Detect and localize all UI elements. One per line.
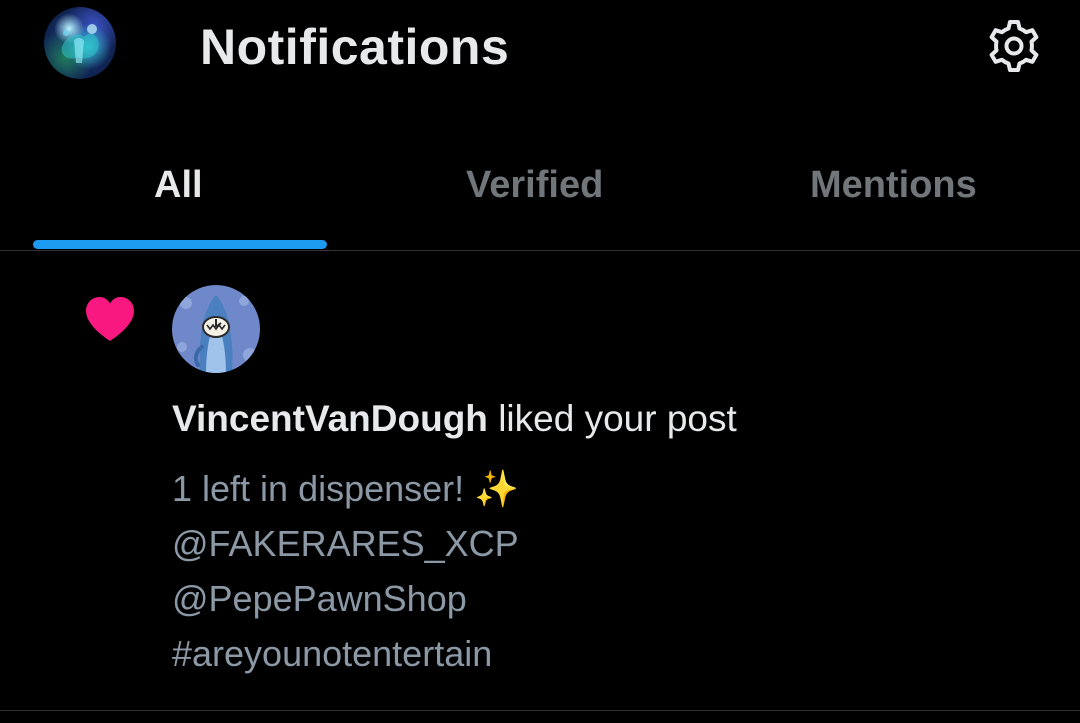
post-mention: @FAKERARES_XCP bbox=[172, 523, 519, 564]
notification-divider bbox=[0, 710, 1080, 711]
shark-avatar-icon bbox=[172, 285, 260, 373]
settings-button[interactable] bbox=[984, 16, 1044, 76]
notification-item[interactable]: VincentVanDough liked your post 1 left i… bbox=[0, 251, 1080, 710]
liker-username[interactable]: VincentVanDough bbox=[172, 398, 488, 439]
post-line: 1 left in dispenser! ✨ bbox=[172, 468, 519, 509]
tab-all-label: All bbox=[154, 164, 203, 206]
profile-avatar[interactable] bbox=[44, 7, 116, 79]
gear-icon bbox=[989, 20, 1039, 72]
notification-text: VincentVanDough liked your post bbox=[172, 395, 737, 443]
notification-action: liked your post bbox=[487, 398, 737, 439]
heart-icon bbox=[82, 291, 138, 347]
tab-verified-label: Verified bbox=[466, 164, 604, 206]
tab-verified[interactable]: Verified bbox=[360, 140, 720, 250]
tab-mentions-label: Mentions bbox=[810, 164, 977, 206]
top-bar: Notifications bbox=[0, 0, 1080, 110]
post-hashtag: #areyounotentertain bbox=[172, 633, 493, 674]
tab-mentions[interactable]: Mentions bbox=[720, 140, 1080, 250]
tab-bar: All Verified Mentions bbox=[0, 140, 1080, 250]
post-mention: @PepePawnShop bbox=[172, 578, 467, 619]
post-preview: 1 left in dispenser! ✨ @FAKERARES_XCP @P… bbox=[172, 461, 519, 681]
active-tab-indicator bbox=[33, 240, 327, 249]
tab-all[interactable]: All bbox=[0, 140, 360, 250]
liker-avatar[interactable] bbox=[172, 285, 260, 373]
user-avatar-icon bbox=[61, 24, 99, 63]
page-title: Notifications bbox=[200, 19, 510, 75]
